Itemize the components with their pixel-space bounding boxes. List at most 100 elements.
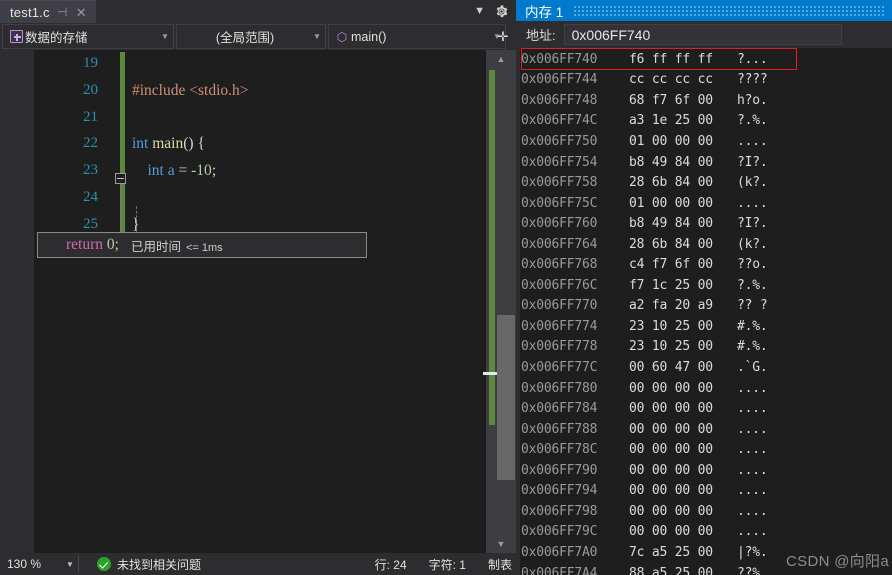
memory-row[interactable]: 0x006FF75C 01 00 00 00.... [521, 193, 768, 214]
check-circle-icon [97, 557, 111, 571]
memory-row-bytes[interactable]: 28 6b 84 00 [629, 237, 737, 252]
code-content[interactable]: #include <stdio.h> int main() { int a = -… [106, 50, 486, 553]
memory-row[interactable]: 0x006FF7A4 88 a5 25 00??%. [521, 563, 768, 575]
line-number: 24 [83, 189, 98, 205]
gear-icon[interactable] [495, 5, 508, 18]
memory-row[interactable]: 0x006FF778 23 10 25 00 #.%. [521, 337, 768, 358]
memory-row-address: 0x006FF780 [521, 380, 598, 396]
memory-row-bytes[interactable]: b8 49 84 00 [629, 216, 737, 231]
member-scope-dropdown[interactable]: ⬡ main() ▼ [328, 24, 506, 49]
status-line-label: 行: 24 [374, 557, 407, 572]
zoom-level-dropdown[interactable]: 130 % ▼ [0, 553, 78, 575]
collapse-outline-icon[interactable] [115, 173, 126, 184]
scroll-up-arrow-icon[interactable]: ▲ [486, 50, 516, 68]
member-scope-label: main() [351, 29, 387, 44]
project-icon [7, 30, 25, 43]
memory-address-input[interactable]: 0x006FF740 [563, 24, 842, 45]
memory-row[interactable]: 0x006FF750 01 00 00 00.... [521, 131, 768, 152]
memory-row-address: 0x006FF764 [521, 236, 598, 252]
memory-row[interactable]: 0x006FF784 00 00 00 00.... [521, 398, 768, 419]
memory-row-bytes[interactable]: 23 10 25 00 [629, 319, 737, 334]
memory-row[interactable]: 0x006FF76C f7 1c 25 00?.%. [521, 275, 768, 296]
memory-row[interactable]: 0x006FF79C 00 00 00 00.... [521, 522, 768, 543]
memory-address-label: 地址: [526, 28, 556, 43]
memory-row-ascii: (k?. [737, 175, 768, 191]
memory-row-bytes[interactable]: 00 00 00 00 [629, 442, 737, 457]
memory-row-bytes[interactable]: 00 00 00 00 [629, 381, 737, 396]
memory-dump-grid[interactable]: 0x006FF740 f6 ff ff ff?... 0x006FF744 cc cc… [516, 48, 892, 575]
memory-row-bytes[interactable]: a3 1e 25 00 [629, 113, 737, 128]
memory-row-ascii: .... [737, 195, 768, 211]
memory-row[interactable]: 0x006FF790 00 00 00 00.... [521, 460, 768, 481]
memory-row[interactable]: 0x006FF760 b8 49 84 00 ?I?. [521, 213, 768, 234]
line-number: 23 [83, 162, 98, 179]
namespace-scope-label: (全局范围) [215, 31, 275, 45]
memory-row-bytes[interactable]: 01 00 00 00 [629, 134, 737, 149]
memory-window-title-bar[interactable]: 内存 1 [516, 0, 892, 21]
pin-icon[interactable]: ⊣ [56, 6, 69, 18]
memory-row[interactable]: 0x006FF798 00 00 00 00.... [521, 501, 768, 522]
memory-row-bytes[interactable]: 00 00 00 00 [629, 524, 737, 539]
memory-row[interactable]: 0x006FF788 00 00 00 00.... [521, 419, 768, 440]
chevron-down-icon[interactable]: ▼ [474, 6, 485, 17]
memory-row[interactable]: 0x006FF7A0 7c a5 25 00 |?%. [521, 542, 768, 563]
editor-text-area[interactable]: 19 20 21 22 23 24 25 #include <stdio.h> int mai… [0, 50, 516, 553]
chevron-down-icon: ▼ [66, 559, 74, 569]
memory-row-bytes[interactable]: c4 f7 6f 00 [629, 257, 737, 272]
memory-row-bytes[interactable]: 00 00 00 00 [629, 463, 737, 478]
memory-row[interactable]: 0x006FF74C a3 1e 25 00?.%. [521, 111, 768, 132]
memory-row-bytes[interactable]: 7c a5 25 00 [629, 545, 737, 560]
status-issue-indicator[interactable]: 未找到相关问题 [97, 556, 201, 573]
tab-test1-c[interactable]: test1.c ⊣ ✕ [0, 0, 96, 23]
memory-row-bytes[interactable]: 00 00 00 00 [629, 422, 737, 437]
memory-row[interactable]: 0x006FF780 00 00 00 00.... [521, 378, 768, 399]
code-token: } [132, 215, 140, 233]
memory-row[interactable]: 0x006FF768 c4 f7 6f 00 ??o. [521, 255, 768, 276]
memory-row[interactable]: 0x006FF77C 00 60 47 00 .`G. [521, 357, 768, 378]
memory-row-bytes[interactable]: f6 ff ff ff [629, 52, 737, 67]
memory-row-bytes[interactable]: 00 00 00 00 [629, 504, 737, 519]
window-drag-grip[interactable] [573, 5, 886, 16]
breakpoint-margin[interactable] [0, 50, 34, 553]
scrollbar-thumb[interactable] [497, 315, 515, 480]
memory-row[interactable]: 0x006FF764 28 6b 84 00 (k?. [521, 234, 768, 255]
memory-row-ascii: .... [737, 401, 768, 417]
memory-row[interactable]: 0x006FF770 a2 fa 20 a9?? ? [521, 296, 768, 317]
code-line: int main() { [132, 135, 205, 153]
memory-row-bytes[interactable]: 01 00 00 00 [629, 196, 737, 211]
memory-row-ascii: ?? ? [737, 298, 768, 314]
memory-row-bytes[interactable]: b8 49 84 00 [629, 155, 737, 170]
memory-row[interactable]: 0x006FF758 28 6b 84 00 (k?. [521, 172, 768, 193]
namespace-scope-dropdown[interactable]: (全局范围) ▼ [176, 24, 326, 49]
datatip-code: return 0; [66, 236, 119, 254]
memory-row[interactable]: 0x006FF740 f6 ff ff ff?... [521, 49, 768, 70]
memory-row-bytes[interactable]: 68 f7 6f 00 [629, 93, 737, 108]
close-icon[interactable]: ✕ [75, 6, 88, 19]
memory-row-bytes[interactable]: 00 00 00 00 [629, 483, 737, 498]
scroll-down-arrow-icon[interactable]: ▼ [486, 535, 516, 553]
memory-row-bytes[interactable]: a2 fa 20 a9 [629, 298, 737, 313]
memory-row-bytes[interactable]: cc cc cc cc [629, 72, 737, 87]
code-token: () { [183, 135, 205, 153]
project-scope-dropdown[interactable]: 数据的存储 ▼ [2, 24, 174, 49]
memory-row-ascii: ?.%. [737, 277, 768, 293]
memory-row-bytes[interactable]: 23 10 25 00 [629, 339, 737, 354]
memory-row[interactable]: 0x006FF794 00 00 00 00.... [521, 481, 768, 502]
memory-row-bytes[interactable]: 88 a5 25 00 [629, 566, 737, 575]
memory-row[interactable]: 0x006FF744 cc cc cc cc???? [521, 70, 768, 91]
memory-row-ascii: ?.%. [737, 113, 768, 129]
memory-row[interactable]: 0x006FF78C 00 00 00 00.... [521, 439, 768, 460]
memory-row-bytes[interactable]: f7 1c 25 00 [629, 278, 737, 293]
code-token: int [147, 162, 164, 180]
memory-row-bytes[interactable]: 00 60 47 00 [629, 360, 737, 375]
memory-row[interactable]: 0x006FF774 23 10 25 00 #.%. [521, 316, 768, 337]
zoom-level-label: 130 % [7, 557, 42, 571]
memory-row-address: 0x006FF7A4 [521, 565, 598, 575]
memory-row[interactable]: 0x006FF748 68 f7 6f 00 h?o. [521, 90, 768, 111]
memory-row-bytes[interactable]: 00 00 00 00 [629, 401, 737, 416]
memory-row-bytes[interactable]: 28 6b 84 00 [629, 175, 737, 190]
editor-vertical-scrollbar[interactable]: ▲ ▼ [483, 50, 516, 553]
split-view-icon[interactable]: ✛ [492, 24, 514, 49]
memory-row[interactable]: 0x006FF754 b8 49 84 00 ?I?. [521, 152, 768, 173]
